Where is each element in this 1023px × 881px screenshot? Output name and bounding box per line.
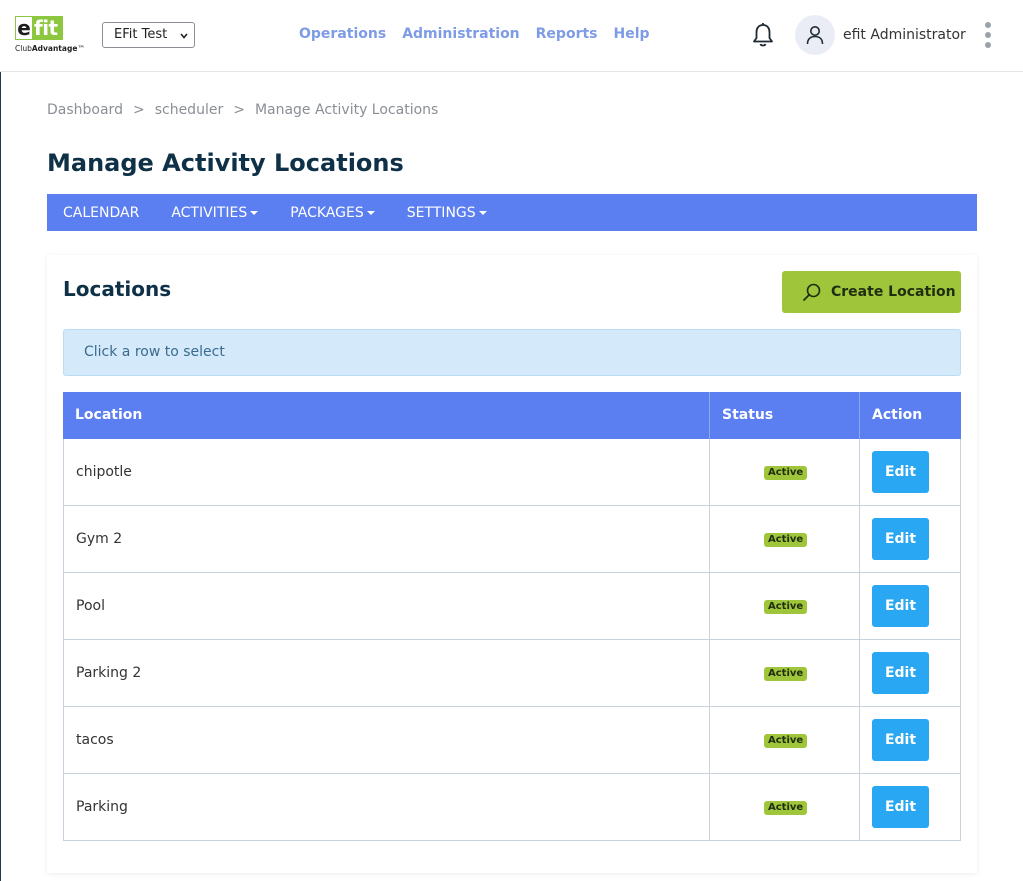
subnav-packages[interactable]: PACKAGES [290,204,375,222]
efit-clubadvantage-logo[interactable]: e fit ClubAdvantage™ [15,16,87,56]
breadcrumb-dashboard[interactable]: Dashboard [47,101,123,119]
nav-reports[interactable]: Reports [536,25,598,43]
status-badge: Active [764,734,808,748]
locations-table: Location Status Action chipotle Active E… [63,392,961,841]
status-badge: Active [764,533,808,547]
breadcrumb-separator: > [233,102,245,118]
edit-button[interactable]: Edit [872,518,929,560]
club-select-value: EFit Test [114,27,168,42]
breadcrumb: Dashboard > scheduler > Manage Activity … [47,101,438,119]
location-cell: chipotle [64,439,710,505]
create-location-button[interactable]: Create Location [782,271,961,313]
column-header-action: Action [872,407,923,423]
table-row[interactable]: Pool Active Edit [63,573,961,640]
status-badge: Active [764,466,808,480]
chevron-down-icon [180,33,188,39]
club-select[interactable]: EFit Test [102,22,195,48]
nav-operations[interactable]: Operations [299,25,386,43]
table-row[interactable]: Parking 2 Active Edit [63,640,961,707]
top-header: e fit ClubAdvantage™ EFit Test Operation… [0,0,1023,72]
action-cell: Edit [860,506,960,572]
kebab-vertical-icon[interactable] [983,22,993,50]
avatar[interactable] [795,15,835,55]
nav-administration[interactable]: Administration [402,25,519,43]
edit-button[interactable]: Edit [872,585,929,627]
caret-down-icon [478,210,487,215]
subnav-settings[interactable]: SETTINGS [407,204,487,222]
status-badge: Active [764,667,808,681]
bell-icon[interactable] [752,22,774,48]
status-badge: Active [764,600,808,614]
create-location-label: Create Location [831,284,956,300]
status-cell: Active [710,640,860,706]
location-cell: tacos [64,707,710,773]
breadcrumb-scheduler[interactable]: scheduler [155,101,224,119]
nav-help[interactable]: Help [614,25,650,43]
edit-button[interactable]: Edit [872,719,929,761]
caret-down-icon [250,210,259,215]
status-cell: Active [710,573,860,639]
status-cell: Active [710,439,860,505]
status-cell: Active [710,774,860,840]
table-row[interactable]: Parking Active Edit [63,774,961,841]
page-title: Manage Activity Locations [47,149,404,177]
location-cell: Parking [64,774,710,840]
caret-down-icon [366,210,375,215]
table-header: Location Status Action [63,392,961,439]
subnav-calendar[interactable]: CALENDAR [63,204,139,222]
column-header-location: Location [63,392,710,439]
action-cell: Edit [860,439,960,505]
location-cell: Parking 2 [64,640,710,706]
main-nav: Operations Administration Reports Help [299,25,650,43]
card-title: Locations [63,277,172,301]
logo-mark: e fit [15,16,63,40]
status-cell: Active [710,506,860,572]
section-subnav: CALENDAR ACTIVITIES PACKAGES SETTINGS [47,194,977,231]
edit-button[interactable]: Edit [872,652,929,694]
info-alert: Click a row to select [63,329,961,376]
table-row[interactable]: chipotle Active Edit [63,439,961,506]
table-row[interactable]: tacos Active Edit [63,707,961,774]
action-cell: Edit [860,707,960,773]
action-cell: Edit [860,573,960,639]
user-icon [806,26,824,45]
search-icon [803,283,821,301]
location-cell: Pool [64,573,710,639]
status-cell: Active [710,707,860,773]
subnav-activities[interactable]: ACTIVITIES [171,204,259,222]
user-name[interactable]: efit Administrator [843,26,966,44]
edit-button[interactable]: Edit [872,451,929,493]
breadcrumb-separator: > [132,102,145,118]
table-row[interactable]: Gym 2 Active Edit [63,506,961,573]
locations-card: Locations Create Location Click a row to… [47,255,977,873]
column-header-status: Status [710,392,860,439]
action-cell: Edit [860,774,960,840]
logo-tagline: ClubAdvantage™ [15,44,85,53]
edit-button[interactable]: Edit [872,786,929,828]
status-badge: Active [764,801,808,815]
window-edge [0,0,1,881]
breadcrumb-current: Manage Activity Locations [254,102,439,118]
action-cell: Edit [860,640,960,706]
location-cell: Gym 2 [64,506,710,572]
